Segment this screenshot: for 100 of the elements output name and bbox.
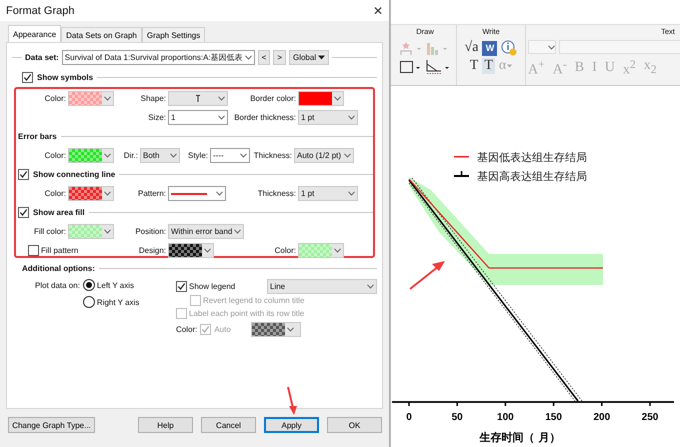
tick-label: 150 [545, 412, 562, 423]
radio-button[interactable]: Left Y axis [82, 278, 140, 292]
color-picker[interactable] [298, 91, 344, 106]
checkbox[interactable] [22, 72, 33, 83]
dropdown[interactable]: ---- [210, 148, 250, 163]
axis-title: 生存时间（ 月） [480, 431, 560, 444]
tab[interactable]: Data Sets on Graph [61, 27, 142, 42]
field-label: Size: [148, 113, 166, 122]
caret-icon [218, 96, 225, 101]
dropdown[interactable]: 1 pt [298, 186, 358, 201]
field-label: Color: [44, 151, 66, 160]
dropdown[interactable]: 1 [168, 110, 228, 125]
dropdown[interactable]: Within error band [168, 224, 244, 239]
caret-icon [344, 153, 351, 158]
radio-button[interactable]: Right Y axis [82, 295, 140, 309]
caret-icon [334, 96, 341, 101]
caret-icon [170, 153, 177, 158]
field-label: Border color: [250, 94, 296, 103]
caret-icon [244, 54, 252, 60]
field-label: Color: [44, 94, 66, 103]
shape-dropdown[interactable] [168, 91, 228, 106]
checkbox[interactable] [18, 207, 29, 218]
color-picker[interactable] [68, 186, 114, 201]
color-picker[interactable] [298, 243, 344, 258]
checkbox-label: Auto [214, 324, 232, 334]
field-label: Position: [135, 227, 166, 236]
legend-style-dropdown[interactable]: Line [267, 278, 377, 294]
legend-label: 基因高表达组生存结局 [477, 170, 587, 183]
section-title: Show symbols [37, 73, 94, 82]
caret-icon [367, 284, 374, 288]
caret-icon [318, 54, 326, 60]
caret-icon [104, 153, 111, 158]
field-label: Design: [138, 246, 166, 255]
caret-icon [507, 64, 512, 68]
info-icon[interactable] [501, 40, 518, 56]
toolbar-button[interactable]: √a [464, 40, 478, 56]
section-title: Error bars [18, 132, 57, 141]
tab[interactable]: Graph Settings [142, 27, 206, 42]
tick-label: 100 [497, 412, 514, 423]
scope-dropdown[interactable]: Global [288, 50, 330, 64]
dropdown[interactable]: Both [140, 148, 180, 163]
tab[interactable]: Appearance [8, 25, 62, 42]
caret-icon [104, 96, 111, 101]
dropdown[interactable]: 1 pt [298, 110, 358, 125]
color-picker[interactable] [168, 243, 214, 258]
dialog-button[interactable]: Cancel [201, 417, 256, 433]
caret-icon [287, 326, 294, 332]
field-label: Thickness: [254, 151, 292, 160]
field-label: Border thickness: [234, 113, 296, 122]
caret-icon [234, 229, 242, 234]
checkbox-label: Fill pattern [41, 246, 78, 255]
dialog-button[interactable]: Help [138, 417, 193, 433]
next-button[interactable]: > [273, 50, 286, 64]
dropdown[interactable]: Auto (1/2 pt) [294, 148, 354, 163]
caret-icon [348, 191, 355, 196]
annotation-arrow [409, 261, 445, 290]
section-title: Show connecting line [33, 170, 116, 179]
toolbar-button[interactable]: T [482, 58, 495, 74]
annotation-arrow [285, 386, 299, 416]
checkbox[interactable] [28, 245, 39, 256]
toolbar-button[interactable]: W [482, 40, 498, 56]
data-set-label: Data set: [25, 52, 59, 62]
axis-tool-icon[interactable] [425, 59, 451, 75]
checkbox[interactable] [176, 280, 187, 292]
field-label: Thickness: [258, 189, 296, 198]
pattern-dropdown[interactable] [168, 186, 226, 201]
color-picker[interactable] [68, 148, 114, 163]
caret-icon [240, 153, 247, 158]
color-picker[interactable] [68, 91, 114, 106]
font-dropdown[interactable] [528, 40, 556, 54]
tick-label: 250 [642, 412, 658, 423]
caret-icon [334, 248, 341, 253]
checkbox[interactable] [18, 169, 29, 180]
color-picker[interactable] [68, 224, 114, 239]
legend-label: 基因低表达组生存结局 [477, 151, 587, 164]
dialog-button[interactable]: Change Graph Type... [8, 417, 95, 433]
field-label: Shape: [140, 94, 166, 103]
caret-icon [204, 248, 211, 253]
field-label: Fill color: [34, 227, 66, 236]
close-button[interactable]: ✕ [371, 4, 385, 18]
rectangle-tool-icon[interactable] [399, 59, 423, 75]
tick-label: 0 [406, 412, 412, 423]
data-set-dropdown[interactable]: Survival of Data 1:Survival proportions:A:基因低表 [62, 50, 255, 64]
caret-icon [104, 229, 111, 234]
checkbox-label: Show legend [189, 282, 236, 290]
window-title: Format Graph [6, 4, 74, 16]
caret-icon [216, 191, 223, 196]
caret-icon [218, 115, 225, 120]
field-label: Color: [274, 246, 296, 255]
dialog-button[interactable]: Apply [264, 417, 319, 433]
previous-button[interactable]: < [258, 50, 270, 64]
caret-icon [548, 44, 555, 50]
toolbar-button[interactable]: T [470, 58, 478, 74]
color-picker[interactable] [251, 322, 302, 336]
field-label: Dir.: [124, 151, 138, 160]
checkbox-label: Revert legend to column title [203, 296, 304, 305]
tick-label: 200 [593, 412, 610, 423]
dialog-button[interactable]: OK [327, 417, 382, 433]
tick-label: 50 [452, 412, 463, 423]
checkbox-label: Label each point with its row title [189, 309, 304, 318]
